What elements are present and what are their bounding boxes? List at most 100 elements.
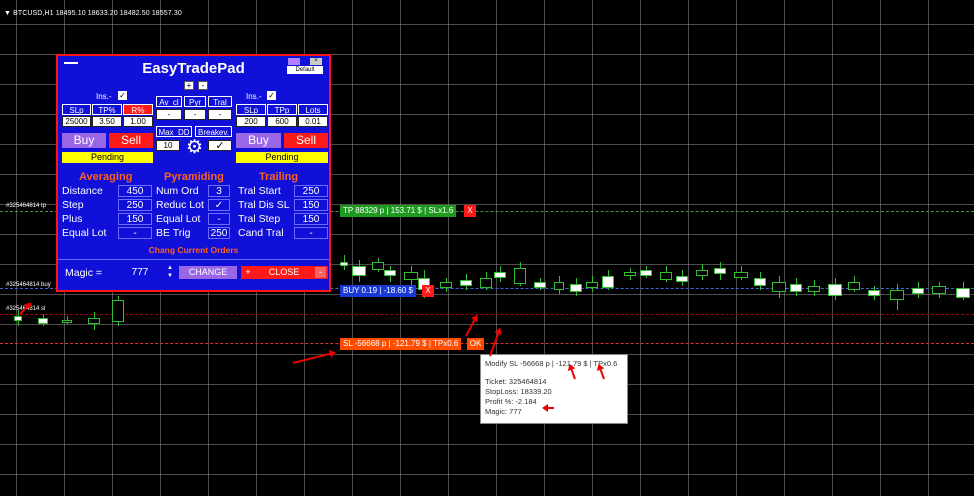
candle-body xyxy=(570,284,582,292)
candle-body xyxy=(956,288,970,298)
tral-toggle[interactable]: - xyxy=(208,109,232,120)
stop-line-dashed xyxy=(0,314,974,315)
averaging-value[interactable]: 150 xyxy=(118,213,152,225)
pyramiding-title: Pyramiding xyxy=(164,171,224,183)
sl-ok-button[interactable]: OK xyxy=(467,338,484,350)
gear-icon[interactable]: ⚙ xyxy=(186,138,203,157)
left-header-risk[interactable]: R% xyxy=(123,104,153,115)
candle-body xyxy=(514,268,526,284)
candle-body xyxy=(640,270,652,276)
candle-body xyxy=(772,282,786,292)
pyramiding-value[interactable]: ✓ xyxy=(208,199,230,211)
right-pending-button[interactable]: Pending xyxy=(236,152,328,163)
pyramiding-value[interactable]: 3 xyxy=(208,185,230,197)
stop-loss-line[interactable] xyxy=(0,343,974,344)
header-pyr: Pyr xyxy=(184,96,206,107)
close-panel-icon[interactable]: × xyxy=(310,58,322,65)
buy-line-label: #325464814 buy xyxy=(6,282,51,288)
averaging-label: Plus xyxy=(62,213,83,225)
magic-up-icon[interactable]: ▲ xyxy=(167,265,175,272)
chart-symbol-header: ▼ BTCUSD,H1 18495.10 18633.20 18482.50 1… xyxy=(4,10,182,17)
right-header-lots: Lots xyxy=(298,104,328,115)
magic-label: Magic = xyxy=(65,267,103,279)
header-tral: Tral xyxy=(208,96,232,107)
arrow-profit xyxy=(544,407,554,409)
pyramiding-value[interactable]: - xyxy=(208,213,230,225)
left-sell-button[interactable]: Sell xyxy=(109,133,153,148)
close-button[interactable]: CLOSE xyxy=(255,266,313,279)
default-button[interactable]: Default xyxy=(287,66,323,74)
tp-close-button[interactable]: X xyxy=(464,205,476,217)
right-header-tpp: TPp xyxy=(267,104,297,115)
change-button[interactable]: CHANGE xyxy=(179,266,237,279)
buy-close-button[interactable]: X xyxy=(422,285,434,297)
left-slp-input[interactable]: 25000 xyxy=(62,116,91,127)
tooltip-magic: Magic: 777 xyxy=(485,407,522,416)
averaging-value[interactable]: - xyxy=(118,227,152,239)
candle-body xyxy=(14,316,22,321)
trailing-value[interactable]: 150 xyxy=(294,213,328,225)
pyramiding-label: BE Trig xyxy=(156,227,191,239)
buy-tag[interactable]: BUY 0.19 | -18.60 $ xyxy=(340,285,416,297)
close-button-group: + CLOSE - xyxy=(241,266,328,279)
settings-toggle[interactable] xyxy=(288,58,300,65)
candle-body xyxy=(676,276,688,282)
pyr-toggle[interactable]: - xyxy=(184,109,206,120)
av-cl-toggle[interactable]: - xyxy=(156,109,182,120)
trailing-value[interactable]: 250 xyxy=(294,185,328,197)
candle-body xyxy=(660,272,672,280)
tooltip-profit: Profit %: -2.184 xyxy=(485,397,537,406)
candle-body xyxy=(868,290,880,296)
left-ins-checkbox[interactable]: ✓ xyxy=(118,91,127,100)
breakeven-checkbox[interactable]: ✓ xyxy=(208,140,232,152)
candle-body xyxy=(828,284,842,296)
expand-button[interactable]: + xyxy=(184,81,194,90)
right-buy-button[interactable]: Buy xyxy=(236,133,281,148)
candle-body xyxy=(790,284,802,292)
trailing-value[interactable]: 150 xyxy=(294,199,328,211)
left-ins-label: Ins.- xyxy=(96,92,112,101)
averaging-label: Equal Lot xyxy=(62,227,107,239)
right-sell-button[interactable]: Sell xyxy=(284,133,328,148)
tp-tag[interactable]: TP 88329 p | 153.71 $ | SLx1.6 xyxy=(340,205,457,217)
candle-body xyxy=(754,278,766,286)
candle-body xyxy=(340,262,348,266)
candle-body xyxy=(554,282,564,290)
left-header-tp: TP% xyxy=(92,104,122,115)
candle-body xyxy=(912,288,924,294)
right-tpp-input[interactable]: 600 xyxy=(267,116,297,127)
averaging-value[interactable]: 450 xyxy=(118,185,152,197)
candle-body xyxy=(38,318,48,324)
trailing-value[interactable]: - xyxy=(294,227,328,239)
candle-body xyxy=(112,300,124,322)
candle-body xyxy=(62,320,72,323)
pyramiding-value[interactable]: 250 xyxy=(208,227,230,239)
tooltip-stoploss: StopLoss: 18339.20 xyxy=(485,387,552,396)
close-plus-button[interactable]: + xyxy=(243,266,253,279)
trailing-label: Cand Tral xyxy=(238,227,284,239)
pyramiding-label: Reduc Lot xyxy=(156,199,204,211)
candle-body xyxy=(696,270,708,276)
candle-body xyxy=(808,286,820,292)
left-risk-input[interactable]: 1.00 xyxy=(123,116,153,127)
averaging-title: Averaging xyxy=(79,171,133,183)
candle-body xyxy=(932,286,946,294)
candle-body xyxy=(890,290,904,300)
sl-tag[interactable]: SL -56668 p | -121.79 $ | TPx0.6 xyxy=(340,338,462,350)
averaging-value[interactable]: 250 xyxy=(118,199,152,211)
close-minus-button[interactable]: - xyxy=(315,267,326,278)
right-lots-input[interactable]: 0.01 xyxy=(298,116,328,127)
collapse-button[interactable]: - xyxy=(198,81,208,90)
candle-body xyxy=(624,272,636,276)
left-pending-button[interactable]: Pending xyxy=(62,152,153,163)
left-tp-input[interactable]: 3.50 xyxy=(92,116,122,127)
right-ins-checkbox[interactable]: ✓ xyxy=(267,91,276,100)
candle-body xyxy=(460,280,472,286)
right-slp-input[interactable]: 200 xyxy=(236,116,266,127)
magic-input[interactable]: 777 xyxy=(122,265,158,280)
magic-down-icon[interactable]: ▼ xyxy=(167,273,175,280)
max-dd-input[interactable]: 10 xyxy=(156,140,180,151)
left-buy-button[interactable]: Buy xyxy=(62,133,106,148)
candle-body xyxy=(384,270,396,276)
pyramiding-label: Num Ord xyxy=(156,185,199,197)
